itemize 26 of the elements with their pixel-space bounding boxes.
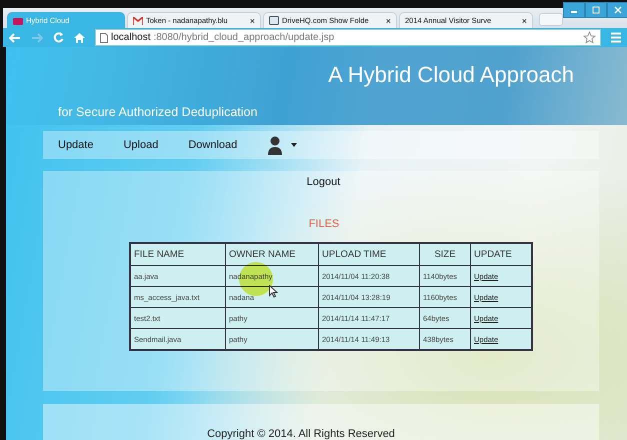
menu-icon[interactable]: [611, 32, 621, 43]
page-icon: [100, 32, 108, 42]
minimize-icon[interactable]: [563, 2, 585, 18]
nav-link[interactable]: Upload: [123, 139, 158, 151]
nav-link[interactable]: Download: [188, 139, 238, 151]
user-icon[interactable]: [267, 135, 284, 155]
close-icon[interactable]: [607, 2, 627, 18]
home-icon[interactable]: [74, 32, 85, 43]
column-header: SIZE: [420, 243, 470, 266]
page-subtitle: for Secure Authorized Deduplication: [57, 105, 258, 119]
mail-icon: [133, 16, 143, 24]
back-icon[interactable]: [9, 32, 21, 42]
maximize-icon[interactable]: [585, 2, 607, 18]
nav-link[interactable]: Update: [58, 139, 94, 151]
cursor-icon: [269, 285, 278, 298]
address-bar[interactable]: localhost :8080/hybrid_cloud_approach/update.jsp: [95, 29, 601, 46]
reload-icon[interactable]: [53, 32, 64, 43]
column-header: FILE NAME: [130, 243, 226, 266]
drive-icon: [269, 16, 279, 25]
page-title: A Hybrid Cloud Approach: [327, 62, 575, 88]
star-icon[interactable]: [583, 31, 596, 44]
copyright-text: Copyright © 2014. All Rights Reserved: [207, 428, 396, 440]
logout-link[interactable]: Logout: [302, 176, 340, 188]
caret-icon[interactable]: [291, 143, 298, 147]
section-heading: FILES: [308, 218, 340, 230]
column-header: UPLOAD TIME: [318, 243, 420, 266]
